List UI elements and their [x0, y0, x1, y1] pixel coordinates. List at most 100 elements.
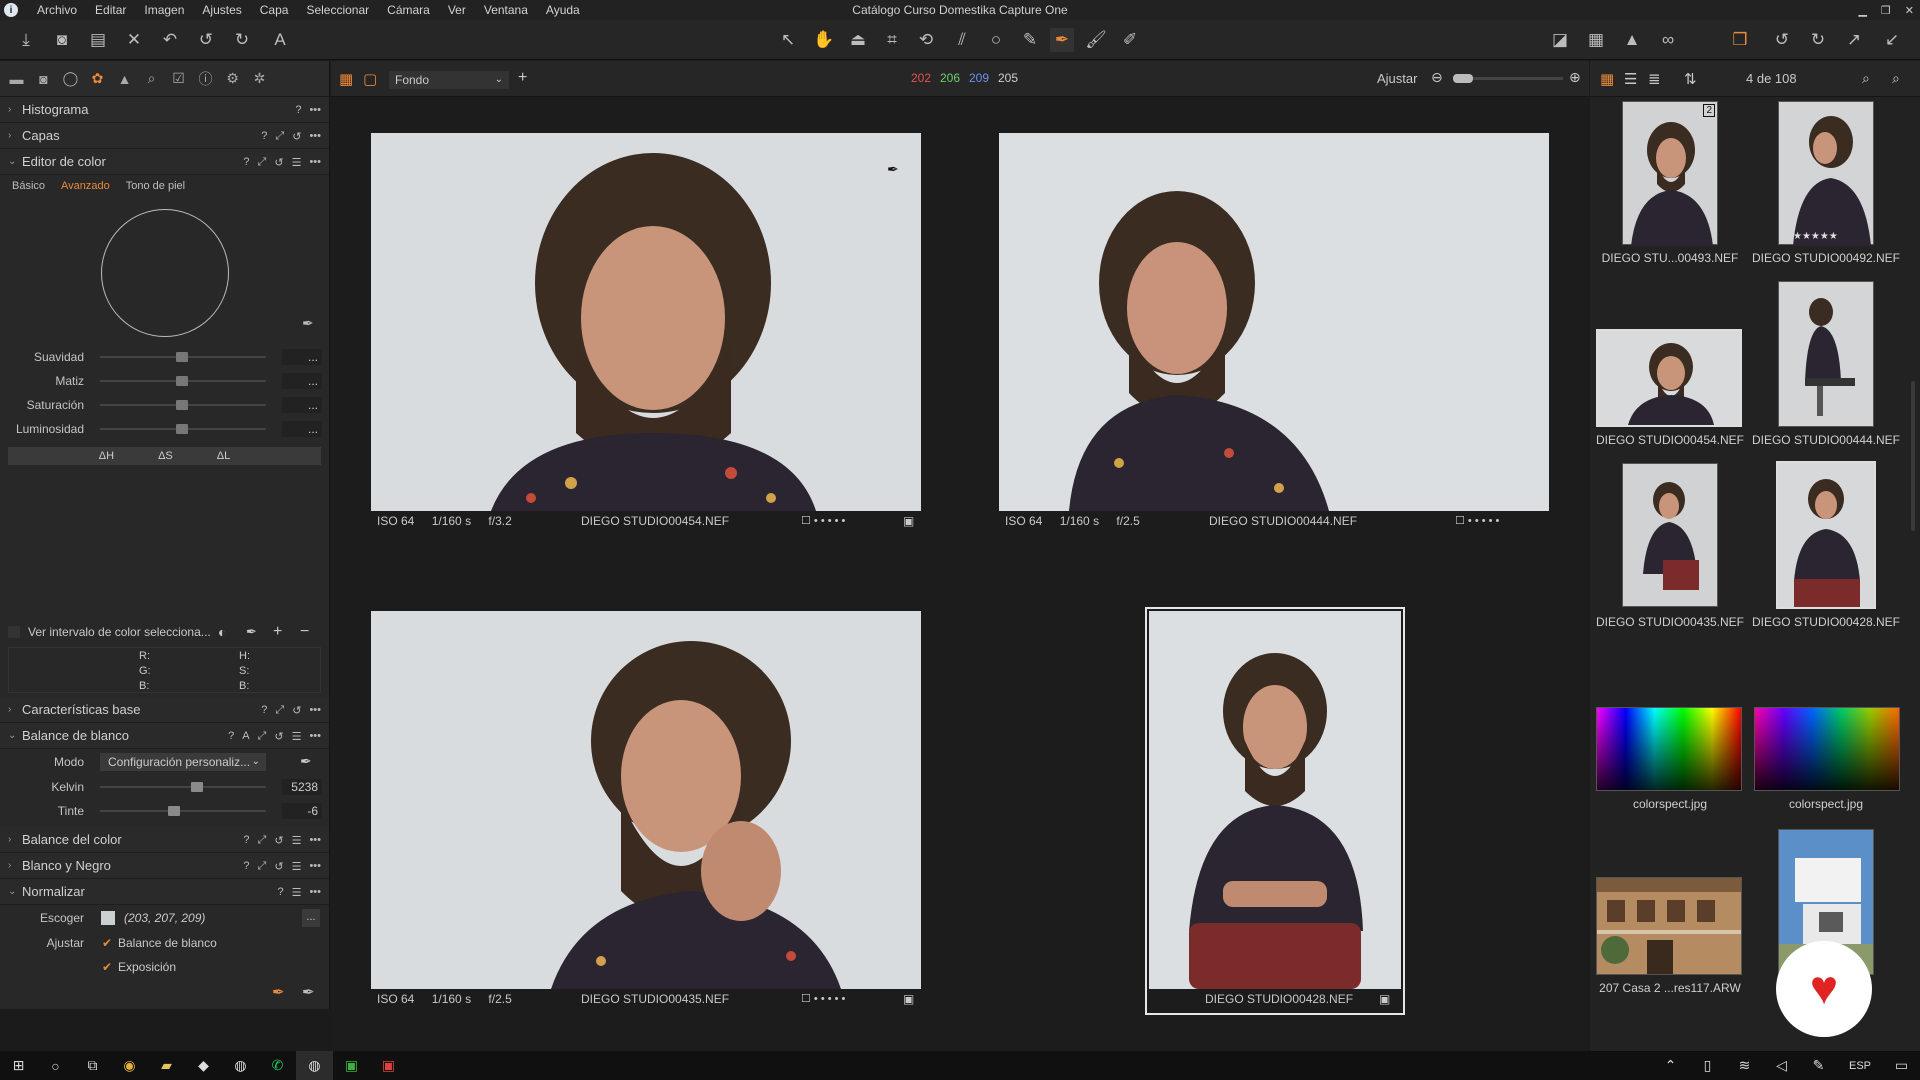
rating-stars[interactable]: ☐ • • • • • — [1455, 513, 1499, 529]
rotate-icon[interactable]: ⟲ — [914, 28, 938, 52]
capture-one-icon[interactable]: ◍ — [222, 1051, 259, 1080]
variant-icon[interactable]: ▣ — [903, 513, 914, 529]
copy-icon[interactable]: ⤢ — [275, 704, 284, 717]
warning-icon[interactable]: ▲ — [1620, 28, 1644, 52]
thumb-9[interactable] — [1596, 877, 1742, 975]
slider-luminosidad[interactable]: Luminosidad ... — [0, 417, 329, 441]
thumb-3[interactable] — [1596, 329, 1742, 427]
exposure-warning-icon[interactable]: ◪ — [1548, 28, 1572, 52]
reset-icon[interactable]: ↺ — [1770, 28, 1794, 52]
file-explorer-icon[interactable]: ▰ — [148, 1051, 185, 1080]
more-icon[interactable]: ••• — [309, 730, 321, 742]
slider-knob[interactable] — [176, 400, 188, 410]
search-circle-icon[interactable]: ○ — [37, 1051, 74, 1080]
capture-icon[interactable]: ◙ — [50, 28, 74, 52]
viewer-photo-2[interactable] — [999, 133, 1549, 511]
slider-value[interactable]: ... — [282, 421, 322, 437]
menu-ajustes[interactable]: Ajustes — [193, 0, 250, 20]
slider-tinte[interactable]: Tinte -6 — [0, 799, 329, 823]
color-wheel[interactable]: ✒ — [0, 197, 329, 339]
tab-avanzado[interactable]: Avanzado — [61, 180, 110, 192]
tab-tono-piel[interactable]: Tono de piel — [126, 180, 185, 192]
section-editor-color[interactable]: ⌄ Editor de color ? ⤢ ↺ ☰ ••• — [0, 149, 329, 175]
section-balance-color[interactable]: › Balance del color ? ⤢ ↺ ☰ ••• — [0, 827, 329, 853]
add-icon[interactable]: + — [518, 69, 527, 87]
more-icon[interactable]: ••• — [309, 104, 321, 116]
more-icon[interactable]: ••• — [309, 704, 321, 716]
output-tab-icon[interactable]: ⚙ — [222, 68, 243, 90]
language-indicator[interactable]: ESP — [1837, 1060, 1883, 1072]
slider-value[interactable]: 5238 — [282, 779, 322, 795]
process-icon[interactable]: ▤ — [86, 28, 110, 52]
more-icon[interactable]: ••• — [309, 886, 321, 898]
pan-icon[interactable]: ✋ — [812, 28, 836, 52]
thumb-1[interactable]: 2 — [1622, 101, 1718, 246]
help-icon[interactable]: ? — [243, 860, 249, 872]
lens-tab-icon[interactable]: ◯ — [60, 68, 81, 90]
copy-icon[interactable]: ⤢ — [258, 860, 267, 873]
thumb-4[interactable] — [1778, 281, 1874, 427]
slider-suavidad[interactable]: Suavidad ... — [0, 345, 329, 369]
slider-knob[interactable] — [191, 782, 203, 792]
auto-icon[interactable]: A — [242, 730, 249, 742]
thumb-8[interactable] — [1754, 707, 1900, 791]
menu-archivo[interactable]: Archivo — [28, 0, 86, 20]
slider-saturacion[interactable]: Saturación ... — [0, 393, 329, 417]
pick-swatch[interactable] — [101, 911, 115, 925]
crop-icon[interactable]: ⌗ — [880, 28, 904, 52]
more-icon[interactable]: ••• — [309, 860, 321, 872]
thumb-6[interactable] — [1776, 461, 1876, 609]
presets-icon[interactable]: ☰ — [292, 730, 302, 743]
zoom-in-icon[interactable]: ⊕ — [1569, 69, 1581, 86]
menu-ventana[interactable]: Ventana — [475, 0, 537, 20]
section-histograma[interactable]: › Histograma ? ••• — [0, 97, 329, 123]
delete-icon[interactable]: ✕ — [122, 28, 146, 52]
import-icon[interactable]: ⤓ — [14, 28, 38, 52]
rating-stars[interactable]: ☐ • • • • • — [801, 991, 845, 1007]
presets-icon[interactable]: ☰ — [292, 886, 302, 899]
reset-icon[interactable]: ↺ — [274, 860, 283, 873]
reset-forward-icon[interactable]: ↻ — [1806, 28, 1830, 52]
green-app-icon[interactable]: ▣ — [333, 1051, 370, 1080]
adjustments-tab-icon[interactable]: ☑ — [168, 68, 189, 90]
wb-picker-icon[interactable]: ✒ — [300, 753, 312, 770]
redo-icon[interactable]: ↻ — [230, 28, 254, 52]
slider-track[interactable] — [100, 786, 266, 788]
slider-kelvin[interactable]: Kelvin 5238 — [0, 775, 329, 799]
viewer-photo-4[interactable] — [1149, 611, 1401, 989]
reset-icon[interactable]: ↺ — [274, 156, 283, 169]
rating-stars[interactable]: ★★★★★ — [1793, 231, 1838, 242]
menu-seleccionar[interactable]: Seleccionar — [297, 0, 378, 20]
grid-icon[interactable]: ▦ — [1584, 28, 1608, 52]
help-icon[interactable]: ? — [277, 886, 283, 898]
maximize-icon[interactable]: ❐ — [1881, 4, 1891, 17]
slider-track[interactable] — [100, 810, 266, 812]
presets-icon[interactable]: ☰ — [292, 834, 302, 847]
help-icon[interactable]: ? — [243, 156, 249, 168]
reset-icon[interactable]: ↺ — [274, 834, 283, 847]
more-icon[interactable]: ••• — [309, 834, 321, 846]
rating-stars[interactable]: ☐ • • • • • — [801, 513, 845, 529]
slider-value[interactable]: ... — [282, 397, 322, 413]
slider-value[interactable]: -6 — [282, 803, 322, 819]
thumb-2[interactable]: ★★★★★ — [1778, 101, 1874, 246]
menu-ayuda[interactable]: Ayuda — [537, 0, 589, 20]
slider-knob[interactable] — [176, 376, 188, 386]
grid-view-icon[interactable]: ▦ — [1600, 70, 1614, 88]
tray-chevron-icon[interactable]: ⌃ — [1652, 1051, 1689, 1080]
normalize-apply-icon[interactable]: ✒ — [302, 983, 315, 1001]
copy-icon[interactable]: ⤢ — [275, 130, 284, 143]
normalize-pick-icon[interactable]: ✒ — [272, 983, 285, 1001]
windows-start-icon[interactable]: ⊞ — [0, 1051, 37, 1080]
option-balance-blanco[interactable]: Balance de blanco — [118, 936, 217, 950]
viewer-photo-3[interactable] — [371, 611, 921, 989]
library-tab-icon[interactable]: ▬ — [6, 68, 27, 90]
color-picker-icon[interactable]: ✒ — [1050, 28, 1074, 52]
more-icon[interactable]: ••• — [309, 156, 321, 168]
tab-basico[interactable]: Básico — [12, 180, 45, 192]
fit-label[interactable]: Ajustar — [1377, 71, 1417, 86]
section-balance-blanco[interactable]: ⌄ Balance de blanco ? A ⤢ ↺ ☰ ••• — [0, 723, 329, 749]
proof-icon[interactable]: ∞ — [1656, 28, 1680, 52]
details-tab-icon[interactable]: ⌕ — [141, 68, 162, 90]
menu-capa[interactable]: Capa — [251, 0, 298, 20]
